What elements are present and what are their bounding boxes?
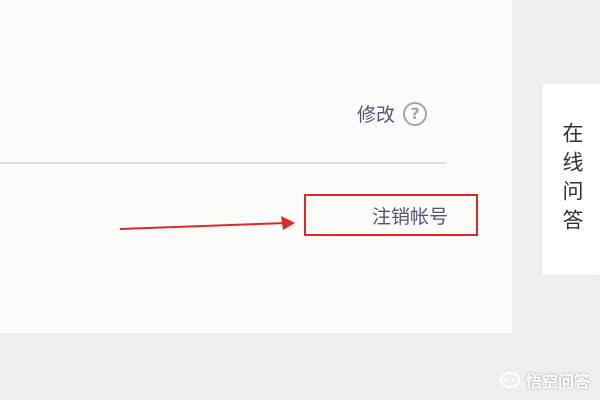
wukong-logo-icon: [499, 372, 520, 388]
watermark-text: 悟空问答: [525, 372, 590, 391]
watermark: 悟空问答: [499, 368, 590, 392]
deactivate-account-button[interactable]: 注销帐号: [304, 194, 478, 236]
divider: [0, 162, 446, 164]
deactivate-account-label: 注销帐号: [371, 205, 448, 228]
help-question-icon[interactable]: ?: [403, 101, 428, 126]
modify-link[interactable]: 修改: [357, 100, 395, 127]
modify-row: 修改 ?: [357, 100, 428, 127]
online-qa-button[interactable]: 在线问答: [542, 84, 600, 275]
online-qa-label: 在线问答: [560, 121, 584, 238]
account-settings-card: 修改 ? 注销帐号: [0, 0, 512, 333]
